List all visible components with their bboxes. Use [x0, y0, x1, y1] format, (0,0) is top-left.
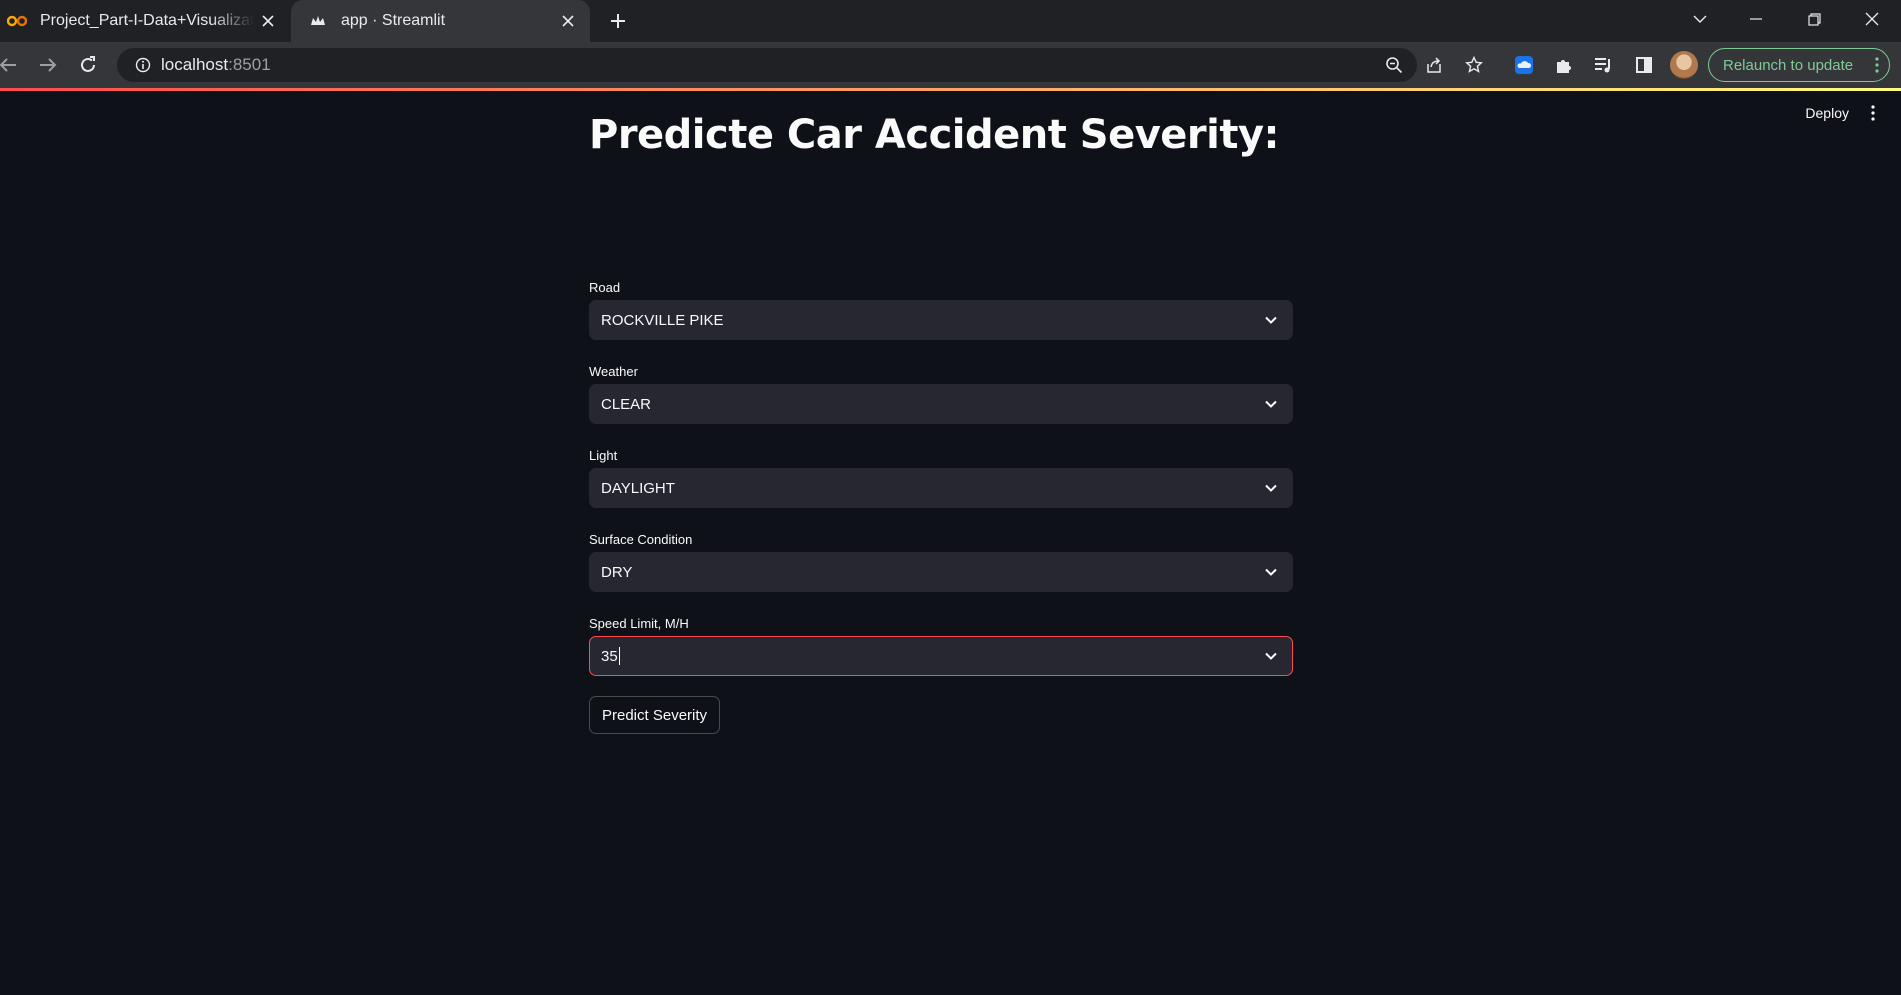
address-bar[interactable]: localhost:8501 [117, 48, 1483, 82]
zoom-icon[interactable] [1378, 49, 1410, 81]
chevron-down-icon [1262, 311, 1280, 329]
road-select[interactable]: ROCKVILLE PIKE [589, 300, 1293, 340]
road-value: ROCKVILLE PIKE [601, 311, 724, 329]
surface-condition-field: Surface Condition DRY [589, 530, 1293, 592]
minimize-button[interactable] [1734, 0, 1778, 38]
surface-condition-select[interactable]: DRY [589, 552, 1293, 592]
tab-project[interactable]: Project_Part-I-Data+Visualization [0, 0, 290, 42]
road-label: Road [589, 280, 621, 295]
close-window-button[interactable] [1850, 0, 1894, 38]
tab-title: Project_Part-I-Data+Visualization [40, 12, 254, 29]
profile-avatar[interactable] [1670, 51, 1698, 79]
light-field: Light DAYLIGHT [589, 446, 1293, 508]
streamlit-crown-icon [307, 12, 329, 30]
chevron-down-icon [1262, 563, 1280, 581]
back-button[interactable] [0, 49, 24, 81]
bookmark-star-icon[interactable] [1458, 49, 1490, 81]
share-icon[interactable] [1418, 49, 1450, 81]
page-title: Predicte Car Accident Severity: [589, 112, 1280, 158]
side-panel-icon[interactable] [1628, 49, 1660, 81]
restore-button[interactable] [1792, 0, 1836, 38]
weather-field: Weather CLEAR [589, 362, 1293, 424]
relaunch-label: Relaunch to update [1723, 56, 1854, 74]
browser-tabstrip: Project_Part-I-Data+Visualization app · … [0, 0, 1901, 42]
tab-title: app · Streamlit [341, 12, 446, 29]
surface-condition-value: DRY [601, 563, 633, 581]
url-port: :8501 [228, 55, 271, 74]
speed-limit-field: Speed Limit, M/H 35 [589, 614, 1293, 676]
relaunch-button[interactable]: Relaunch to update [1708, 48, 1890, 82]
weather-label: Weather [589, 364, 638, 379]
media-control-icon[interactable] [1588, 49, 1620, 81]
url-host: localhost [161, 55, 229, 74]
site-info-icon[interactable] [125, 57, 161, 73]
surface-condition-label: Surface Condition [589, 532, 693, 547]
tab-search-chevron-icon[interactable] [1678, 0, 1722, 38]
colab-icon [6, 12, 28, 30]
speed-limit-select[interactable]: 35 [589, 636, 1293, 676]
reload-button[interactable] [72, 49, 104, 81]
close-icon[interactable] [254, 7, 282, 35]
road-field: Road ROCKVILLE PIKE [589, 278, 1293, 340]
speed-limit-value: 35 [601, 647, 618, 665]
forward-button[interactable] [32, 49, 64, 81]
light-select[interactable]: DAYLIGHT [589, 468, 1293, 508]
more-vert-icon [1875, 57, 1879, 77]
predict-severity-button[interactable]: Predict Severity [589, 696, 721, 734]
weather-value: CLEAR [601, 395, 652, 413]
chevron-down-icon [1262, 647, 1280, 665]
weather-select[interactable]: CLEAR [589, 384, 1293, 424]
light-label: Light [589, 448, 618, 463]
chevron-down-icon [1262, 395, 1280, 413]
new-tab-button[interactable] [603, 6, 633, 36]
cloud-extension-icon[interactable] [1508, 49, 1540, 81]
text-caret [618, 647, 620, 665]
browser-toolbar: localhost:8501 Relaunch to update [0, 42, 1901, 88]
close-icon[interactable] [554, 7, 582, 35]
deploy-button[interactable]: Deploy [1805, 105, 1849, 121]
url-text: localhost:8501 [161, 55, 271, 75]
light-value: DAYLIGHT [601, 479, 675, 497]
extensions-puzzle-icon[interactable] [1548, 49, 1580, 81]
main-menu-icon[interactable] [1863, 103, 1883, 123]
chevron-down-icon [1262, 479, 1280, 497]
tab-streamlit-app[interactable]: app · Streamlit [291, 0, 590, 42]
speed-limit-label: Speed Limit, M/H [589, 616, 689, 631]
